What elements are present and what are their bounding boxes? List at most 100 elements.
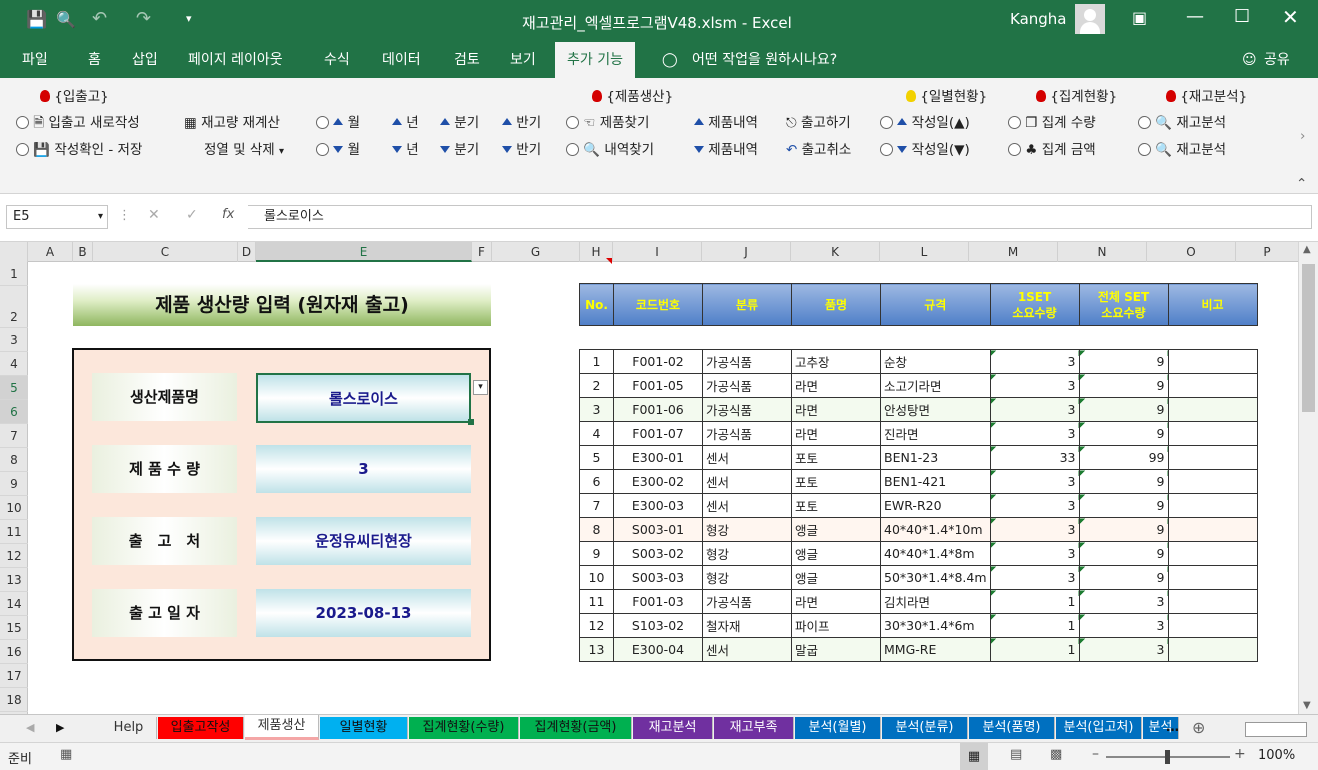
- table-cell[interactable]: 40*40*1.4*8m: [880, 541, 991, 566]
- sheet-tab[interactable]: 입출고작성: [158, 717, 244, 739]
- tab-insert[interactable]: 삽입: [130, 42, 160, 78]
- maximize-icon[interactable]: ☐: [1234, 6, 1250, 27]
- row-header[interactable]: 16: [0, 640, 28, 664]
- table-cell[interactable]: 포토: [791, 445, 881, 470]
- table-cell[interactable]: F001-07: [613, 421, 703, 446]
- half-asc-button[interactable]: 반기: [502, 113, 541, 133]
- table-cell[interactable]: 9: [1078, 469, 1169, 494]
- column-header[interactable]: P: [1236, 242, 1298, 262]
- table-cell[interactable]: F001-05: [613, 373, 703, 398]
- save-check-button[interactable]: 💾 작성확인 - 저장: [16, 140, 142, 160]
- table-cell[interactable]: 99: [1078, 445, 1169, 470]
- page-break-view-icon[interactable]: ▩: [1050, 747, 1062, 762]
- table-cell[interactable]: 라면: [791, 373, 881, 398]
- half-desc-button[interactable]: 반기: [502, 140, 541, 160]
- table-cell[interactable]: 4: [579, 421, 614, 446]
- table-cell[interactable]: 3: [989, 349, 1080, 374]
- column-header[interactable]: K: [791, 242, 880, 262]
- sort-delete-dropdown[interactable]: 정열 및 삭제 ▾: [204, 140, 284, 160]
- save-icon[interactable]: 💾: [26, 10, 47, 30]
- column-header[interactable]: M: [969, 242, 1058, 262]
- table-cell[interactable]: S003-01: [613, 517, 703, 542]
- table-cell[interactable]: 11: [579, 589, 614, 614]
- table-cell[interactable]: 9: [1078, 397, 1169, 422]
- cancel-icon[interactable]: ✕: [148, 207, 160, 223]
- row-header[interactable]: 8: [0, 448, 28, 472]
- zoom-level[interactable]: 100%: [1258, 748, 1295, 763]
- table-cell[interactable]: S003-02: [613, 541, 703, 566]
- row-header[interactable]: 3: [0, 328, 28, 352]
- table-cell[interactable]: EWR-R20: [880, 493, 991, 518]
- table-cell[interactable]: 3: [989, 493, 1080, 518]
- tab-add-ins[interactable]: 추가 기능: [555, 42, 635, 78]
- table-cell[interactable]: [1167, 493, 1258, 518]
- sheet-tab[interactable]: 분석(월별): [795, 717, 881, 739]
- date-asc-button[interactable]: 작성일(▲): [880, 113, 970, 133]
- undo-icon[interactable]: ↶: [92, 8, 107, 29]
- more-sheets-icon[interactable]: …: [1166, 717, 1179, 739]
- table-cell[interactable]: 9: [1078, 493, 1169, 518]
- table-cell[interactable]: 1: [989, 613, 1080, 638]
- tab-data[interactable]: 데이터: [380, 42, 423, 78]
- sheet-tab[interactable]: 집계현황(금액): [520, 717, 632, 739]
- column-header[interactable]: A: [28, 242, 73, 262]
- table-cell[interactable]: 센서: [702, 493, 792, 518]
- tab-file[interactable]: 파일: [20, 42, 50, 78]
- redo-icon[interactable]: ↷: [136, 8, 151, 29]
- column-header-selected[interactable]: E: [256, 242, 472, 262]
- table-cell[interactable]: 7: [579, 493, 614, 518]
- ribbon-scroll-right-icon[interactable]: ›: [1300, 126, 1305, 146]
- table-cell[interactable]: 앵글: [791, 565, 881, 590]
- table-cell[interactable]: E300-02: [613, 469, 703, 494]
- table-cell[interactable]: [1167, 589, 1258, 614]
- sum-amt-button[interactable]: ♣ 집계 금액: [1008, 140, 1096, 160]
- row-header[interactable]: 9: [0, 472, 28, 496]
- row-header[interactable]: 13: [0, 568, 28, 592]
- ship-date-field[interactable]: 2023-08-13: [256, 589, 471, 637]
- row-header[interactable]: 12: [0, 544, 28, 568]
- sheet-tab[interactable]: 분석(품명): [969, 717, 1055, 739]
- table-cell[interactable]: 1: [989, 637, 1080, 662]
- table-cell[interactable]: 12: [579, 613, 614, 638]
- table-cell[interactable]: MMG-RE: [880, 637, 991, 662]
- column-header[interactable]: J: [702, 242, 791, 262]
- normal-view-icon[interactable]: ▦: [960, 743, 988, 770]
- table-cell[interactable]: [1167, 349, 1258, 374]
- new-inout-button[interactable]: 🗎 입출고 새로작성: [16, 113, 140, 133]
- ship-cancel-button[interactable]: ↶ 출고취소: [786, 140, 851, 160]
- table-cell[interactable]: F001-03: [613, 589, 703, 614]
- column-header[interactable]: F: [472, 242, 492, 262]
- user-name[interactable]: Kangha: [1010, 10, 1067, 28]
- year-desc-button[interactable]: 년: [392, 140, 419, 160]
- table-cell[interactable]: 13: [579, 637, 614, 662]
- table-cell[interactable]: 3: [1078, 637, 1169, 662]
- table-cell[interactable]: [1167, 613, 1258, 638]
- row-header-selected[interactable]: 6: [0, 400, 28, 424]
- table-cell[interactable]: 형강: [702, 541, 792, 566]
- table-cell[interactable]: 3: [989, 421, 1080, 446]
- stock-analysis-button-2[interactable]: 🔍 재고분석: [1138, 140, 1226, 160]
- product-name-field[interactable]: 롤스로이스: [256, 373, 471, 423]
- table-cell[interactable]: 가공식품: [702, 349, 792, 374]
- row-header[interactable]: 2: [0, 286, 28, 328]
- date-desc-button[interactable]: 작성일(▼): [880, 140, 970, 160]
- column-header[interactable]: C: [93, 242, 238, 262]
- row-header[interactable]: 18: [0, 688, 28, 712]
- avatar[interactable]: [1075, 4, 1105, 34]
- table-cell[interactable]: 앵글: [791, 541, 881, 566]
- table-cell[interactable]: 김치라면: [880, 589, 991, 614]
- find-product-button[interactable]: ☜ 제품찾기: [566, 113, 649, 133]
- table-cell[interactable]: [1167, 565, 1258, 590]
- table-cell[interactable]: S003-03: [613, 565, 703, 590]
- table-cell[interactable]: [1167, 421, 1258, 446]
- sheet-tab[interactable]: 분석(분류): [882, 717, 968, 739]
- dropdown-arrow-icon[interactable]: ▾: [473, 380, 488, 395]
- scroll-down-icon[interactable]: ▼: [1303, 700, 1311, 711]
- customize-toolbar-icon[interactable]: ▾: [186, 12, 192, 25]
- table-cell[interactable]: 9: [579, 541, 614, 566]
- table-cell[interactable]: [1167, 397, 1258, 422]
- table-cell[interactable]: [1167, 637, 1258, 662]
- scroll-thumb[interactable]: [1302, 264, 1315, 412]
- ribbon-display-icon[interactable]: ▣: [1132, 8, 1147, 27]
- sheet-tab[interactable]: Help: [101, 717, 157, 739]
